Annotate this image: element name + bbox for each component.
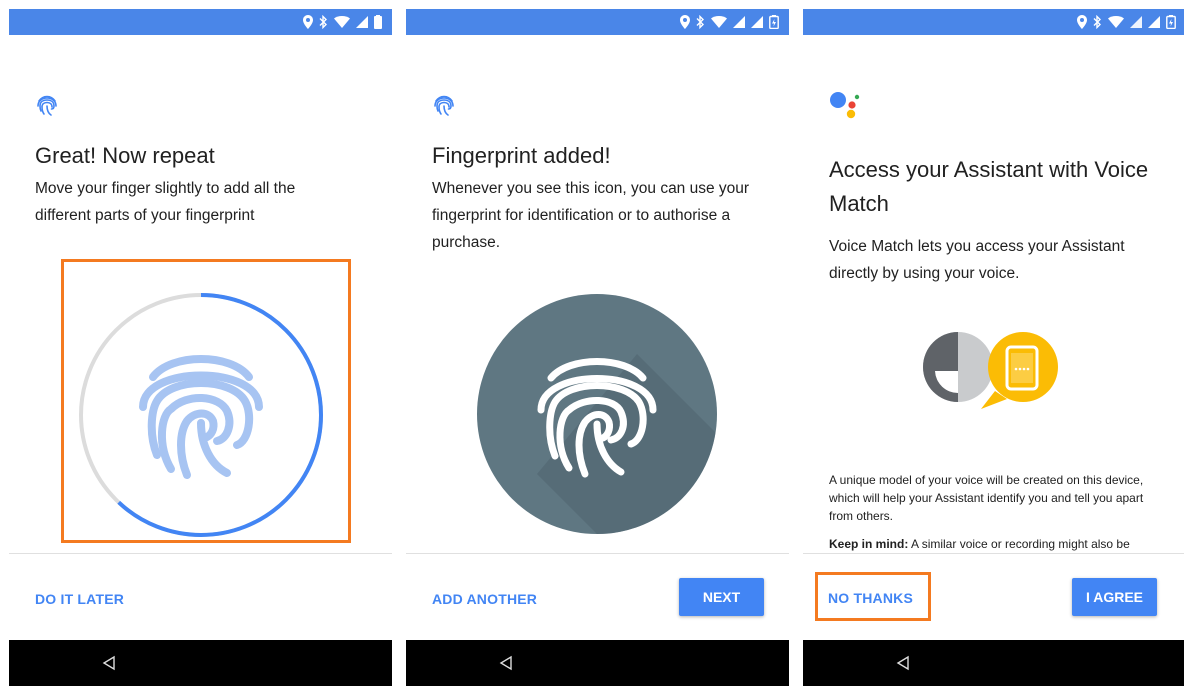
screen-fingerprint-added: Fingerprint added! Whenever you see this… <box>406 9 789 686</box>
signal-icon <box>733 16 745 28</box>
signal-icon <box>751 16 763 28</box>
location-icon <box>680 15 690 29</box>
page-title: Great! Now repeat <box>35 143 215 168</box>
signal-icon <box>356 16 368 28</box>
nav-bar <box>9 640 392 686</box>
nav-bar <box>803 640 1184 686</box>
voice-model-notice: A unique model of your voice will be cre… <box>829 473 1144 523</box>
screen-fingerprint-repeat: Great! Now repeat Move your finger sligh… <box>9 9 392 686</box>
wifi-icon <box>711 16 727 28</box>
back-icon[interactable] <box>895 655 911 671</box>
enroll-progress-ring <box>79 293 323 537</box>
page-title: Fingerprint added! <box>432 143 611 168</box>
location-icon <box>1077 15 1087 29</box>
next-button[interactable]: NEXT <box>679 578 764 616</box>
bluetooth-icon <box>1093 15 1101 29</box>
google-assistant-icon <box>830 92 860 119</box>
add-another-button[interactable]: ADD ANOTHER <box>432 591 537 607</box>
footer-divider <box>406 553 789 554</box>
battery-icon <box>374 15 382 29</box>
back-icon[interactable] <box>101 655 117 671</box>
do-it-later-button[interactable]: DO IT LATER <box>35 591 124 607</box>
bluetooth-icon <box>696 15 704 29</box>
bluetooth-icon <box>319 15 327 29</box>
fingerprint-icon <box>434 95 454 116</box>
screen-voice-match: Access your Assistant with Voice Match V… <box>803 9 1184 686</box>
keep-in-mind-label: Keep in mind: <box>829 537 909 551</box>
back-icon[interactable] <box>498 655 514 671</box>
status-bar <box>406 9 789 35</box>
wifi-icon <box>1108 16 1124 28</box>
i-agree-button[interactable]: I AGREE <box>1072 578 1157 616</box>
status-bar <box>9 9 392 35</box>
description-text: Voice Match lets you access your Assista… <box>829 238 1125 282</box>
fingerprint-success-graphic <box>477 294 717 534</box>
fingerprint-graphic <box>139 355 263 479</box>
signal-icon <box>1130 16 1142 28</box>
location-icon <box>303 15 313 29</box>
battery-charging-icon <box>769 15 779 29</box>
keep-in-mind-text: Keep in mind: A similar voice or recordi… <box>829 535 1166 553</box>
keep-in-mind-body: A similar voice or recording might also … <box>908 537 1130 551</box>
nav-bar <box>406 640 789 686</box>
status-bar <box>803 9 1184 35</box>
no-thanks-button[interactable]: NO THANKS <box>828 590 913 606</box>
voice-match-illustration <box>923 332 1058 409</box>
footer-divider <box>9 553 392 554</box>
battery-charging-icon <box>1166 15 1176 29</box>
page-title: Access your Assistant with Voice Match <box>829 157 1149 216</box>
fingerprint-icon <box>37 95 57 116</box>
signal-icon <box>1148 16 1160 28</box>
wifi-icon <box>334 16 350 28</box>
description-text: Whenever you see this icon, you can use … <box>432 180 750 251</box>
instruction-text: Move your finger slightly to add all the… <box>35 180 296 224</box>
footer-divider <box>803 553 1184 554</box>
